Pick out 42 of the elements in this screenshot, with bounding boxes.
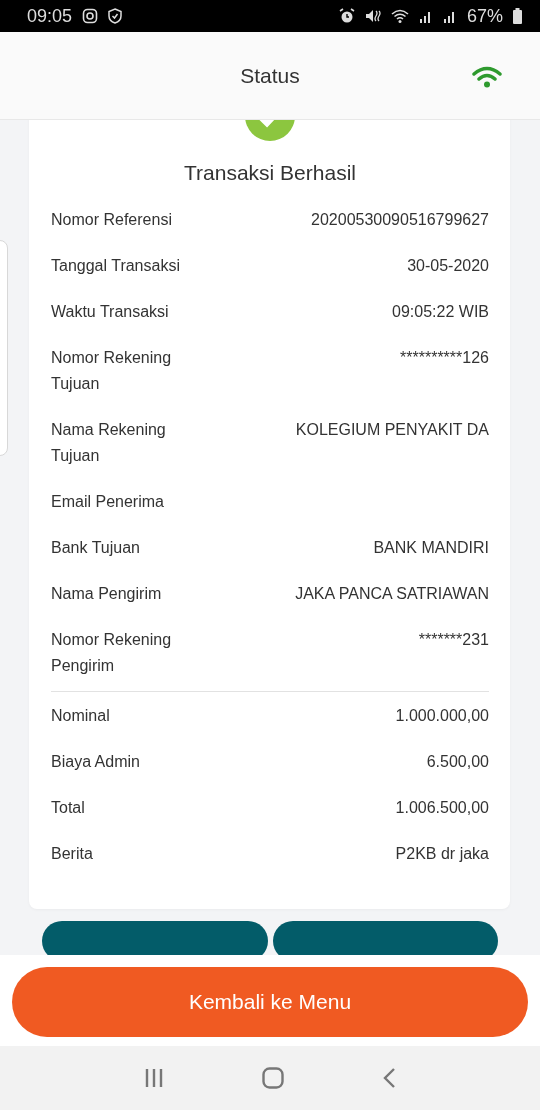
detail-label: Tanggal Transaksi — [51, 256, 180, 276]
detail-label: Total — [51, 798, 85, 818]
wifi-icon — [390, 8, 409, 24]
detail-value: 30-05-2020 — [407, 256, 489, 276]
detail-value: P2KB dr jaka — [395, 844, 489, 864]
wifi-icon — [472, 66, 502, 88]
home-icon[interactable] — [262, 1067, 284, 1089]
detail-label: Nominal — [51, 706, 110, 726]
detail-value: **********126 — [400, 348, 489, 368]
detail-value: 1.006.500,00 — [395, 798, 489, 818]
detail-value: 20200530090516799627 — [311, 210, 489, 230]
recent-apps-icon[interactable] — [144, 1068, 164, 1088]
detail-label: Bank Tujuan — [51, 538, 140, 558]
success-title: Transaksi Berhasil — [183, 160, 357, 186]
battery-percent: 67% — [466, 5, 503, 27]
detail-value: 6.500,00 — [426, 752, 489, 772]
detail-value: KOLEGIUM PENYAKIT DA — [295, 420, 489, 440]
mute-icon — [364, 8, 381, 24]
camera-icon — [82, 8, 99, 24]
alarm-icon — [338, 8, 355, 24]
detail-value: JAKA PANCA SATRIAWAN — [295, 584, 489, 604]
detail-value: 09:05:22 WIB — [392, 302, 489, 322]
detail-label: Waktu Transaksi — [51, 302, 169, 322]
screen-title: Status — [240, 63, 300, 88]
battery-icon — [513, 8, 522, 24]
detail-label: Nomor Referensi — [51, 210, 172, 230]
back-icon[interactable] — [382, 1067, 396, 1089]
detail-value: BANK MANDIRI — [373, 538, 489, 558]
detail-label: Nama Rekening Tujuan — [51, 420, 167, 466]
detail-label: Email Penerima — [51, 492, 164, 512]
detail-label: Biaya Admin — [51, 752, 140, 772]
action-button[interactable] — [272, 921, 498, 955]
detail-value: *******231 — [418, 630, 489, 650]
back-to-menu-button[interactable]: Kembali ke Menu — [12, 967, 528, 1037]
clock-time: 09:05 — [27, 5, 73, 27]
detail-label: Nomor Rekening Pengirim — [51, 630, 173, 676]
action-button[interactable] — [42, 921, 268, 955]
detail-label: Nama Pengirim — [51, 584, 162, 604]
detail-value: 1.000.000,00 — [395, 706, 489, 726]
detail-label: Berita — [51, 844, 93, 864]
detail-label: Nomor Rekening Tujuan — [51, 348, 173, 394]
shield-icon — [108, 8, 123, 24]
